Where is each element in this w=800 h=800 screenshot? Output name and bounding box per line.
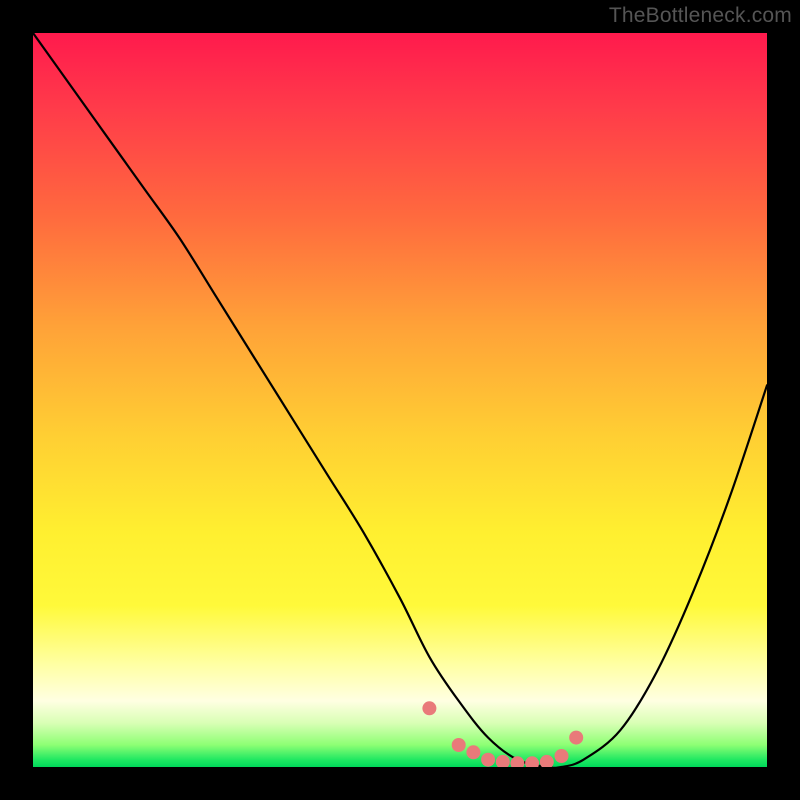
highlight-dot: [496, 755, 510, 767]
highlight-dot: [555, 749, 569, 763]
curve-layer: [33, 33, 767, 767]
highlight-dots: [422, 701, 583, 767]
highlight-dot: [452, 738, 466, 752]
bottleneck-curve: [33, 33, 767, 767]
chart-frame: TheBottleneck.com: [0, 0, 800, 800]
highlight-dot: [525, 756, 539, 767]
highlight-dot: [540, 755, 554, 767]
highlight-dot: [422, 701, 436, 715]
plot-area: [33, 33, 767, 767]
highlight-dot: [569, 731, 583, 745]
highlight-dot: [466, 745, 480, 759]
highlight-dot: [481, 753, 495, 767]
watermark-text: TheBottleneck.com: [609, 4, 792, 28]
